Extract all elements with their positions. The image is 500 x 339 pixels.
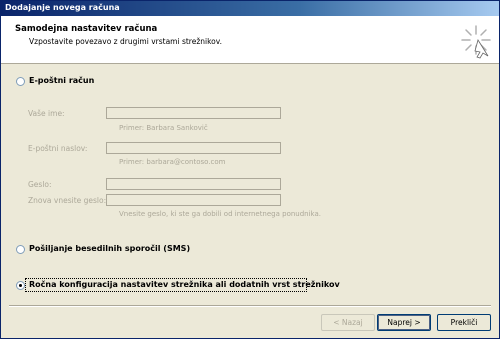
password-field[interactable] [106, 178, 281, 190]
name-hint: Primer: Barbara Sankovič [119, 124, 208, 132]
next-button[interactable]: Naprej > [377, 314, 431, 331]
button-separator [9, 305, 491, 307]
cancel-button[interactable]: Prekliči [437, 314, 491, 331]
password-repeat-field[interactable] [106, 194, 281, 206]
password-hint: Vnesite geslo, ki ste ga dobili od inter… [119, 210, 322, 218]
page-title: Samodejna nastavitev računa [15, 24, 158, 34]
wizard-header: Samodejna nastavitev računa Vzpostavite … [1, 16, 499, 64]
name-label: Vaše ime: [28, 109, 65, 118]
add-account-dialog: Dodajanje novega računa Samodejna nastav… [0, 0, 500, 339]
window-title: Dodajanje novega računa [5, 3, 120, 12]
email-label: E-poštni naslov: [28, 144, 88, 153]
email-hint: Primer: barbara@contoso.com [119, 158, 226, 166]
email-account-label[interactable]: E-poštni račun [29, 76, 94, 85]
manual-config-radio[interactable] [16, 281, 25, 290]
sms-radio[interactable] [16, 245, 25, 254]
title-bar: Dodajanje novega računa [1, 1, 499, 16]
back-button[interactable]: < Nazaj [321, 314, 375, 331]
name-field[interactable] [106, 107, 281, 119]
manual-config-label[interactable]: Ročna konfiguracija nastavitev strežnika… [29, 280, 340, 289]
page-subtitle: Vzpostavite povezavo z drugimi vrstami s… [29, 37, 223, 46]
email-account-radio[interactable] [16, 77, 25, 86]
sms-label[interactable]: Pošiljanje besedilnih sporočil (SMS) [29, 244, 190, 253]
password-label: Geslo: [28, 180, 52, 189]
sparkle-icon [461, 25, 491, 59]
password-repeat-label: Znova vnesite geslo: [28, 196, 107, 205]
email-field[interactable] [106, 142, 281, 154]
